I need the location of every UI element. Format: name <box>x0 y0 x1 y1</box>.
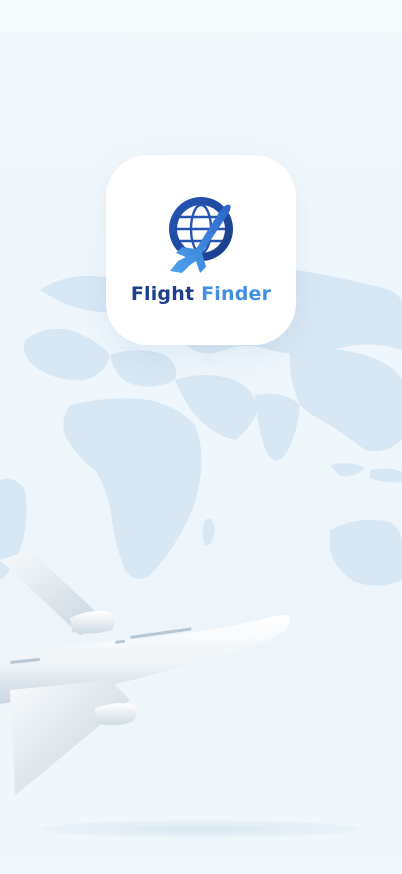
app-name-word-2: Finder <box>201 283 272 305</box>
app-name-word-1: Flight <box>130 283 195 305</box>
airplane-globe-logo-icon <box>169 197 233 273</box>
ground-shadow <box>40 820 360 838</box>
app-name: Flight Finder <box>106 283 296 305</box>
airplane-illustration <box>0 550 291 795</box>
splash-screen: Flight Finder <box>0 0 402 874</box>
app-logo-card: Flight Finder <box>106 155 296 345</box>
